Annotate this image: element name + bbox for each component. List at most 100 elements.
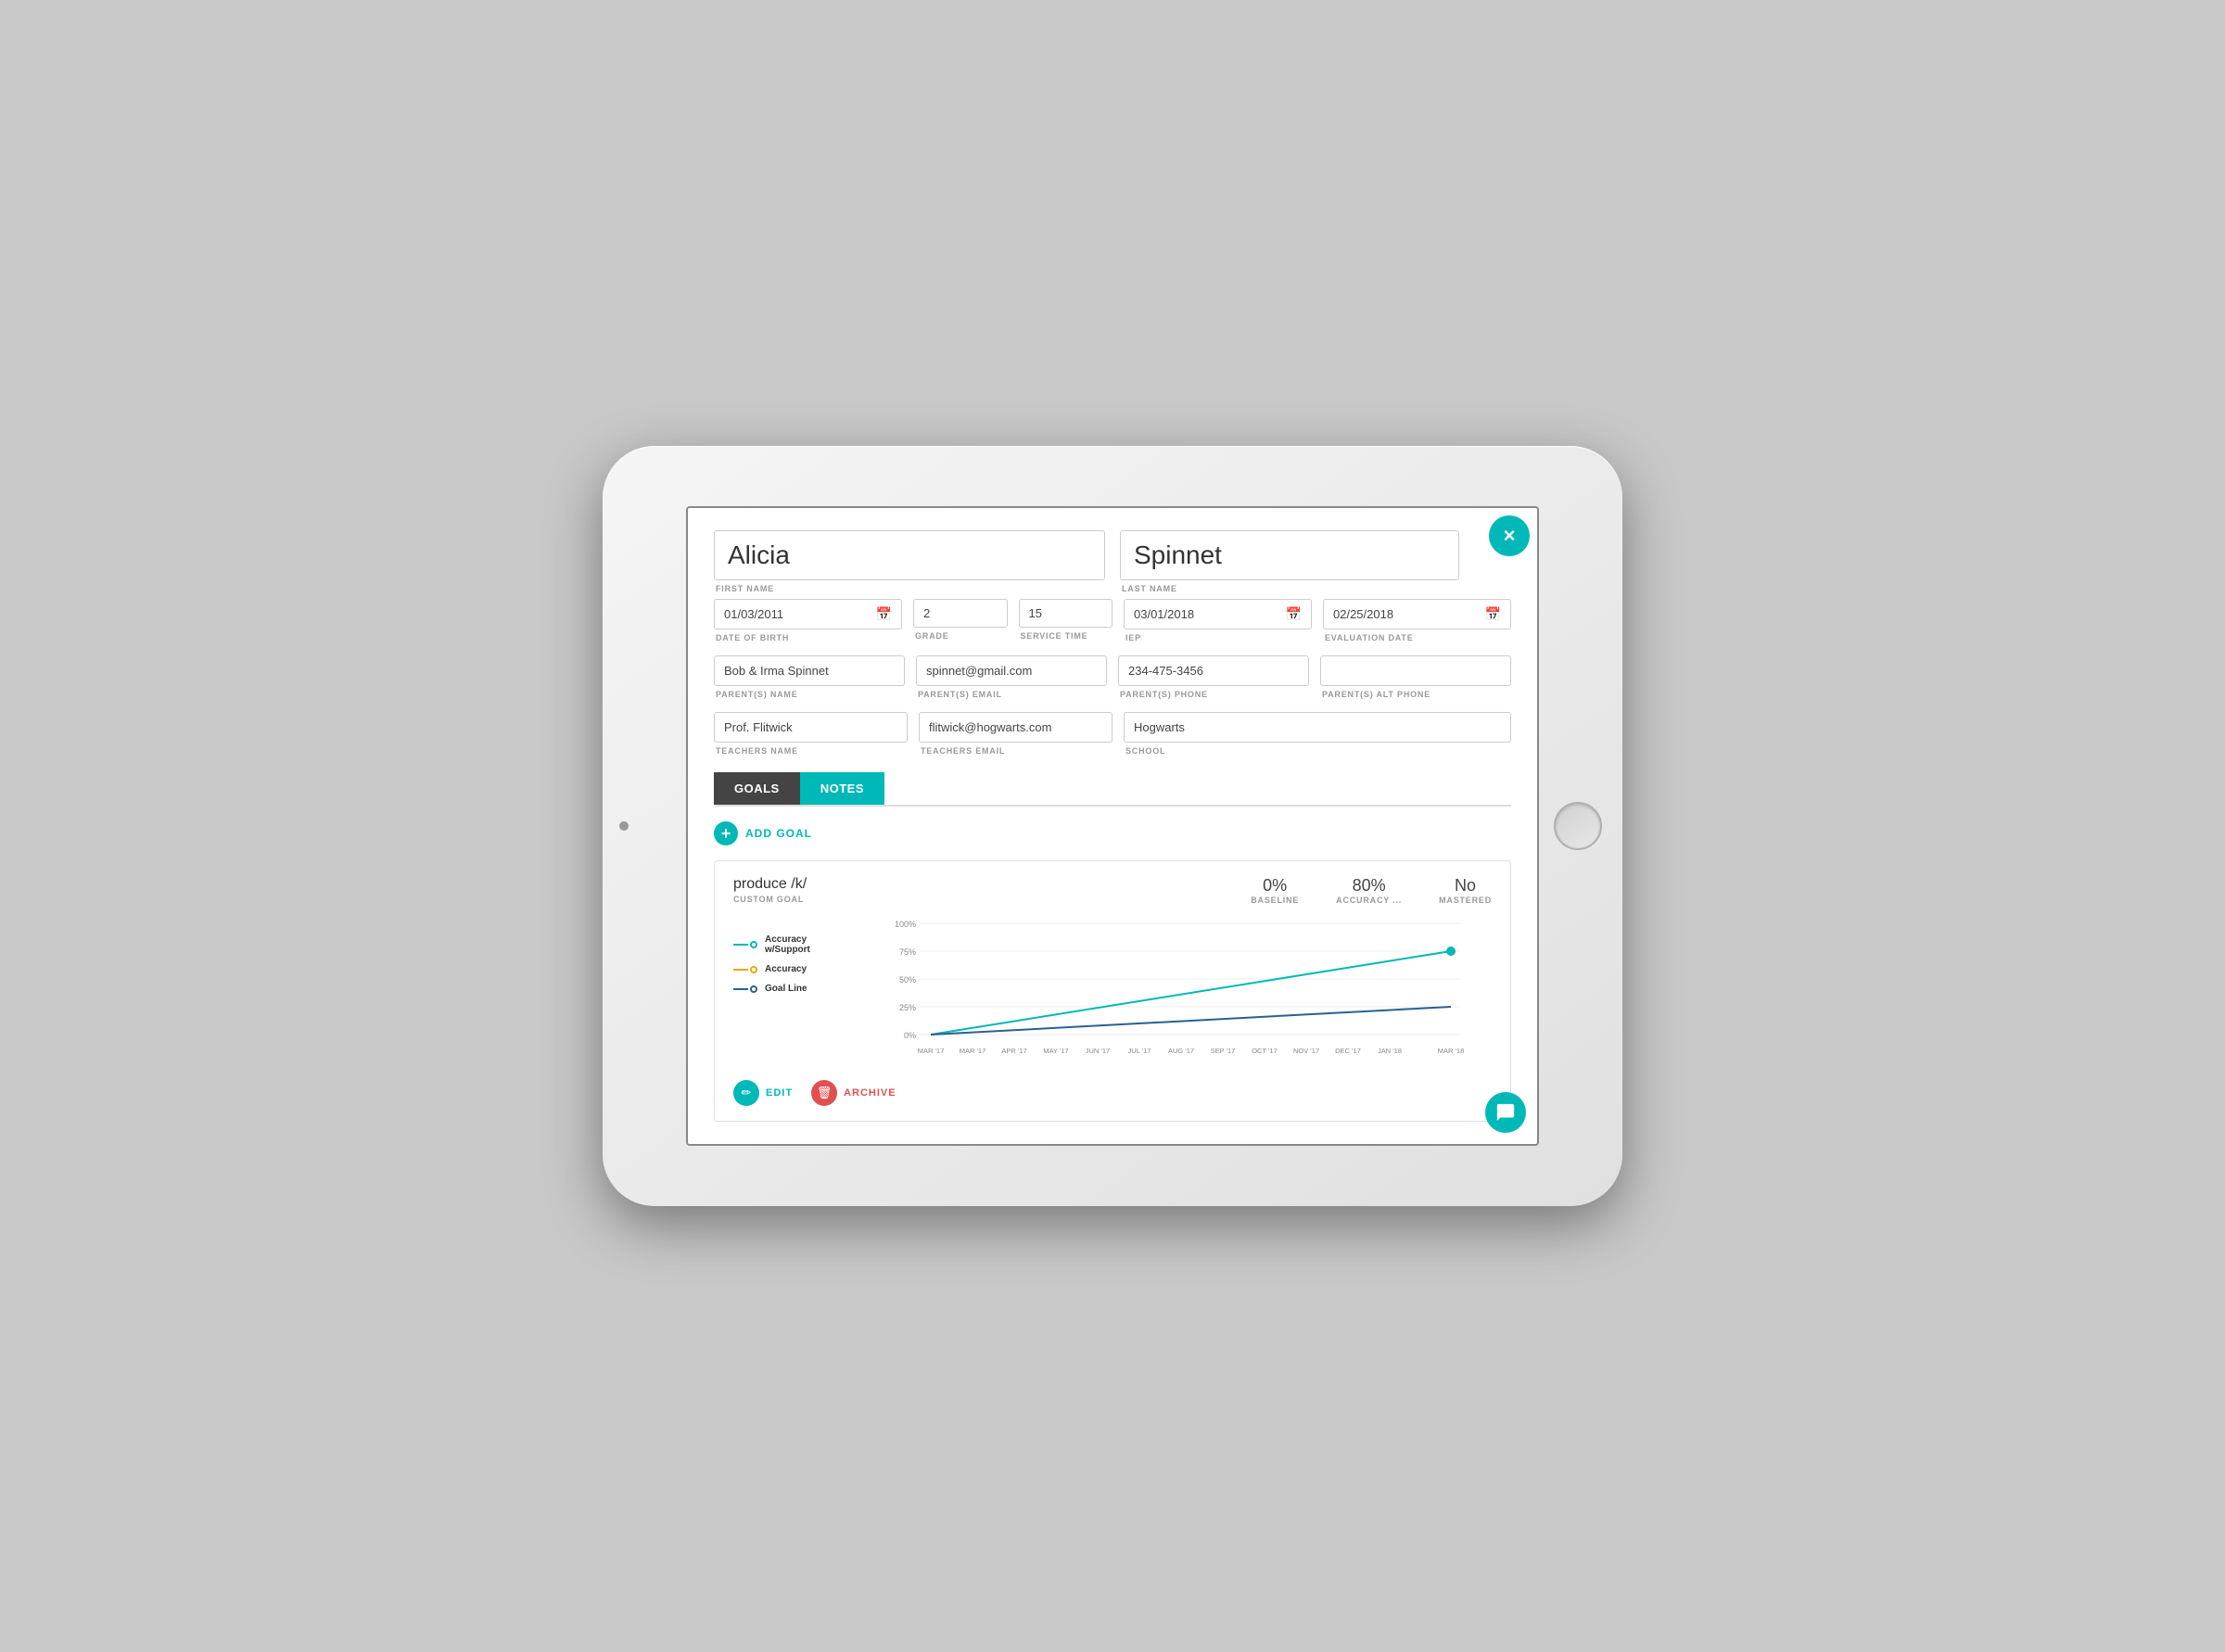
ipad-shell: × FIRST NAME LAST NAME 📅 xyxy=(603,446,1622,1206)
last-name-label: LAST NAME xyxy=(1120,584,1511,593)
accuracy-value: 80% xyxy=(1336,876,1402,896)
add-goal-row[interactable]: + ADD GOAL xyxy=(714,821,1511,845)
first-name-field: FIRST NAME xyxy=(714,530,1105,593)
svg-text:DEC '17: DEC '17 xyxy=(1335,1047,1361,1055)
chat-button[interactable] xyxy=(1485,1092,1526,1133)
goal-title: produce /k/ xyxy=(733,876,807,893)
grade-wrapper xyxy=(913,599,1008,628)
tab-notes[interactable]: NOTES xyxy=(800,772,884,805)
legend-dot-goal xyxy=(750,985,757,993)
archive-label: ARCHIVE xyxy=(844,1087,896,1099)
school-label: SCHOOL xyxy=(1124,746,1511,756)
teacher-email-field: TEACHERS EMAIL xyxy=(919,712,1112,756)
teacher-email-input[interactable] xyxy=(919,712,1112,743)
grade-field: GRADE xyxy=(913,599,1008,641)
last-name-field: LAST NAME xyxy=(1120,530,1511,593)
parents-phone-label: PARENT(S) PHONE xyxy=(1118,690,1309,699)
dob-label: DATE OF BIRTH xyxy=(714,633,902,642)
legend-dash-accuracy xyxy=(733,969,748,971)
iep-input[interactable] xyxy=(1134,607,1282,621)
side-button-left xyxy=(619,821,629,831)
service-time-field: SERVICE TIME xyxy=(1019,599,1113,641)
parents-email-input[interactable] xyxy=(916,655,1107,686)
legend-label-goal: Goal Line xyxy=(765,984,807,994)
edit-label: EDIT xyxy=(766,1087,793,1099)
svg-text:JUN '17: JUN '17 xyxy=(1086,1047,1110,1055)
teacher-name-label: TEACHERS NAME xyxy=(714,746,908,756)
service-time-input[interactable] xyxy=(1029,606,1103,620)
parents-name-label: PARENT(S) NAME xyxy=(714,690,905,699)
teacher-name-field: TEACHERS NAME xyxy=(714,712,908,756)
svg-text:25%: 25% xyxy=(899,1003,916,1012)
home-button[interactable] xyxy=(1554,802,1602,850)
svg-text:NOV '17: NOV '17 xyxy=(1293,1047,1319,1055)
parents-alt-phone-field: PARENT(S) ALT PHONE xyxy=(1320,655,1511,699)
accuracy-stat: 80% ACCURACY ... xyxy=(1336,876,1402,905)
baseline-value: 0% xyxy=(1251,876,1299,896)
legend-line-support xyxy=(733,941,757,948)
tabs-row: GOALS NOTES xyxy=(714,772,1511,807)
close-button[interactable]: × xyxy=(1489,515,1530,556)
svg-text:APR '17: APR '17 xyxy=(1001,1047,1026,1055)
first-name-input[interactable] xyxy=(714,530,1105,580)
chart-legend: Accuracyw/Support Accuracy xyxy=(733,916,845,1069)
svg-text:AUG '17: AUG '17 xyxy=(1168,1047,1194,1055)
legend-label-accuracy: Accuracy xyxy=(765,964,807,974)
edit-icon-circle: ✏ xyxy=(733,1080,759,1106)
iep-label: IEP xyxy=(1124,633,1312,642)
parents-alt-phone-input[interactable] xyxy=(1320,655,1511,686)
goal-info: produce /k/ CUSTOM GOAL xyxy=(733,876,807,904)
legend-label-support: Accuracyw/Support xyxy=(765,934,810,955)
eval-calendar-icon[interactable]: 📅 xyxy=(1485,606,1501,622)
parents-email-field: PARENT(S) EMAIL xyxy=(916,655,1107,699)
parents-name-field: PARENT(S) NAME xyxy=(714,655,905,699)
svg-text:MAR '17: MAR '17 xyxy=(918,1047,945,1055)
grade-label: GRADE xyxy=(913,631,1008,641)
app-content: × FIRST NAME LAST NAME 📅 xyxy=(688,508,1537,1144)
parents-phone-input[interactable] xyxy=(1118,655,1309,686)
svg-text:100%: 100% xyxy=(895,920,916,929)
svg-text:0%: 0% xyxy=(904,1031,916,1040)
svg-text:JAN '18: JAN '18 xyxy=(1378,1047,1402,1055)
edit-button[interactable]: ✏ EDIT xyxy=(733,1080,793,1106)
eval-date-wrapper: 📅 xyxy=(1323,599,1511,629)
iep-calendar-icon[interactable]: 📅 xyxy=(1286,606,1302,622)
parents-alt-phone-label: PARENT(S) ALT PHONE xyxy=(1320,690,1511,699)
svg-text:MAR '18: MAR '18 xyxy=(1438,1047,1465,1055)
iep-wrapper: 📅 xyxy=(1124,599,1312,629)
legend-accuracy: Accuracy xyxy=(733,964,845,974)
baseline-stat: 0% BASELINE xyxy=(1251,876,1299,905)
mastered-value: No xyxy=(1439,876,1492,896)
goal-header: produce /k/ CUSTOM GOAL 0% BASELINE 80% … xyxy=(733,876,1492,905)
svg-text:75%: 75% xyxy=(899,947,916,957)
eval-date-input[interactable] xyxy=(1333,607,1481,621)
name-row: FIRST NAME LAST NAME xyxy=(714,530,1511,593)
chart-area: Accuracyw/Support Accuracy xyxy=(733,916,1492,1069)
last-name-input[interactable] xyxy=(1120,530,1459,580)
teacher-row: TEACHERS NAME TEACHERS EMAIL SCHOOL xyxy=(714,712,1511,756)
archive-button[interactable]: 🗑 ARCHIVE xyxy=(811,1080,896,1106)
teacher-name-input[interactable] xyxy=(714,712,908,743)
school-field: SCHOOL xyxy=(1124,712,1511,756)
legend-dot-support xyxy=(750,941,757,948)
goal-sub-label: CUSTOM GOAL xyxy=(733,895,807,904)
first-name-label: FIRST NAME xyxy=(714,584,1105,593)
parents-phone-field: PARENT(S) PHONE xyxy=(1118,655,1309,699)
accuracy-label: ACCURACY ... xyxy=(1336,896,1402,905)
service-time-wrapper xyxy=(1019,599,1113,628)
school-input[interactable] xyxy=(1124,712,1511,743)
legend-line-accuracy xyxy=(733,966,757,973)
chart-dot-support xyxy=(1446,947,1456,956)
dob-wrapper: 📅 xyxy=(714,599,902,629)
dob-calendar-icon[interactable]: 📅 xyxy=(876,606,892,622)
grade-input[interactable] xyxy=(923,606,998,620)
dob-input[interactable] xyxy=(724,607,872,621)
legend-goal-line: Goal Line xyxy=(733,984,845,994)
svg-text:50%: 50% xyxy=(899,975,916,985)
tab-goals[interactable]: GOALS xyxy=(714,772,800,805)
svg-text:JUL '17: JUL '17 xyxy=(1128,1047,1151,1055)
parents-name-input[interactable] xyxy=(714,655,905,686)
legend-dot-accuracy xyxy=(750,966,757,973)
goal-card: produce /k/ CUSTOM GOAL 0% BASELINE 80% … xyxy=(714,860,1511,1122)
eval-date-label: EVALUATION DATE xyxy=(1323,633,1511,642)
